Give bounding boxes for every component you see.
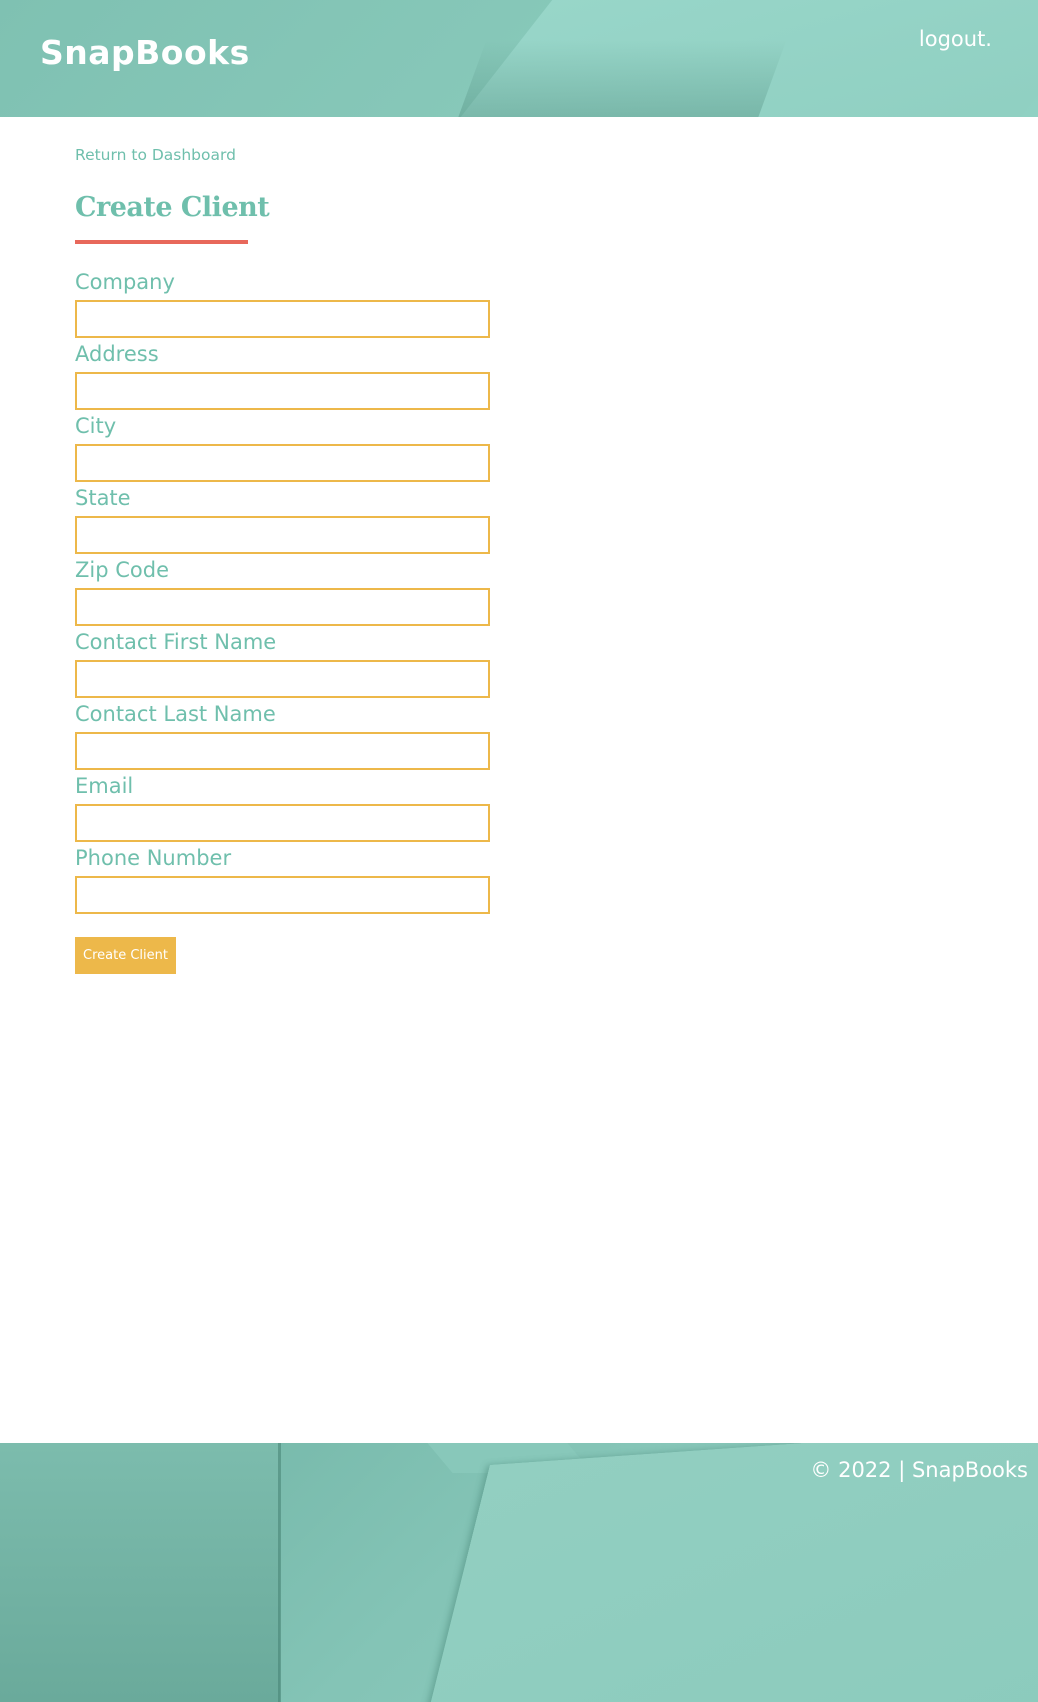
city-label: City <box>75 414 117 438</box>
state-input[interactable] <box>75 516 490 554</box>
copyright-text: © 2022 | SnapBooks <box>810 1458 1028 1482</box>
contact-first-name-label: Contact First Name <box>75 630 277 654</box>
address-field-group: Address <box>75 344 495 416</box>
email-input[interactable] <box>75 804 490 842</box>
address-input[interactable] <box>75 372 490 410</box>
contact-last-name-label: Contact Last Name <box>75 702 276 726</box>
zip-code-field-group: Zip Code <box>75 560 495 632</box>
brand-logo[interactable]: SnapBooks <box>40 36 250 69</box>
email-field-group: Email <box>75 776 495 848</box>
city-field-group: City <box>75 416 495 488</box>
zip-code-label: Zip Code <box>75 558 169 582</box>
contact-last-name-field-group: Contact Last Name <box>75 704 495 776</box>
create-client-button[interactable]: Create Client <box>75 937 176 974</box>
create-client-form: Company Address City State Zip Code Cont… <box>75 272 495 920</box>
state-field-group: State <box>75 488 495 560</box>
city-input[interactable] <box>75 444 490 482</box>
site-footer: © 2022 | SnapBooks <box>0 1443 1038 1702</box>
company-label: Company <box>75 270 175 294</box>
footer-background-panel <box>0 1443 280 1702</box>
state-label: State <box>75 486 131 510</box>
site-header: SnapBooks logout. <box>0 0 1038 117</box>
return-to-dashboard-link[interactable]: Return to Dashboard <box>75 146 236 164</box>
title-underline <box>75 240 248 244</box>
company-field-group: Company <box>75 272 495 344</box>
contact-first-name-input[interactable] <box>75 660 490 698</box>
company-input[interactable] <box>75 300 490 338</box>
header-background-shadow <box>453 40 787 117</box>
logout-link[interactable]: logout. <box>919 29 992 50</box>
contact-first-name-field-group: Contact First Name <box>75 632 495 704</box>
phone-number-label: Phone Number <box>75 846 232 870</box>
email-label: Email <box>75 774 134 798</box>
page-title: Create Client <box>75 192 270 223</box>
footer-background-edge <box>278 1443 281 1702</box>
address-label: Address <box>75 342 159 366</box>
contact-last-name-input[interactable] <box>75 732 490 770</box>
zip-code-input[interactable] <box>75 588 490 626</box>
phone-number-input[interactable] <box>75 876 490 914</box>
phone-number-field-group: Phone Number <box>75 848 495 920</box>
